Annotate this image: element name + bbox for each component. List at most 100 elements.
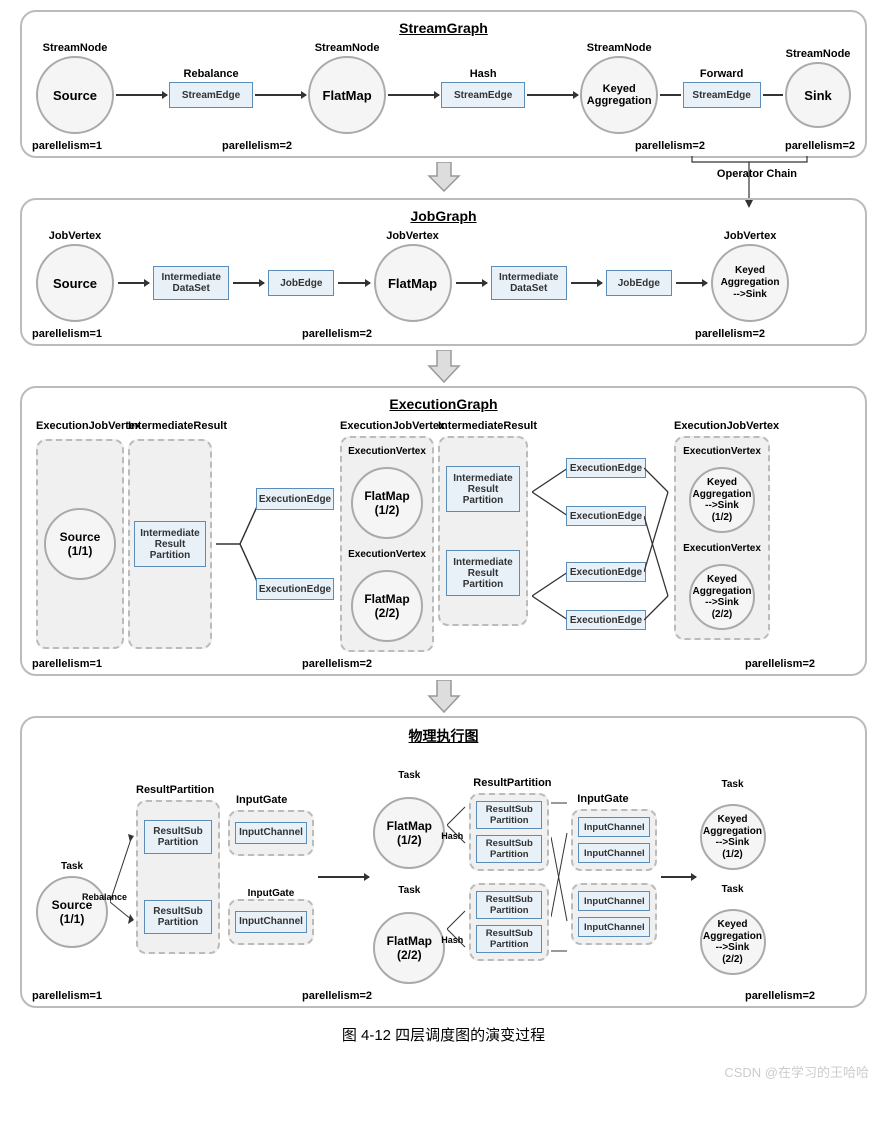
eg-ejv-label: ExecutionJobVertex bbox=[340, 420, 445, 432]
sg-conn bbox=[388, 94, 439, 96]
pg-p1: parellelism=1 bbox=[32, 990, 102, 1002]
sg-node-label: StreamNode bbox=[315, 42, 380, 54]
pg-rp-label: ResultPartition bbox=[473, 777, 551, 789]
jobgraph-panel: JobGraph JobVertex Source Intermediate D… bbox=[20, 198, 867, 346]
sg-hash-label: Hash bbox=[470, 68, 497, 80]
eg-ks1-node: Keyed Aggregation -->Sink (1/2) bbox=[689, 467, 755, 533]
eg-ee-box: ExecutionEdge bbox=[256, 578, 334, 600]
sg-node-label: StreamNode bbox=[587, 42, 652, 54]
jg-keyedsink-node: Keyed Aggregation -->Sink bbox=[711, 244, 789, 322]
eg-ejv-label: ExecutionJobVertex bbox=[674, 420, 779, 432]
pg-rp-label: ResultPartition bbox=[136, 784, 214, 796]
jg-jobedge-box: JobEdge bbox=[606, 270, 672, 296]
pg-rsp-group2: ResultSub Partition ResultSub Partition bbox=[469, 883, 549, 961]
streamgraph-panel: StreamGraph StreamNode Source Rebalance … bbox=[20, 10, 867, 158]
pg-task-label: Task bbox=[398, 885, 420, 896]
jg-conn bbox=[676, 282, 707, 284]
eg-source-node: Source (1/1) bbox=[44, 508, 116, 580]
pg-rsp-box: ResultSub Partition bbox=[476, 835, 542, 863]
down-arrow-2 bbox=[20, 350, 867, 384]
pg-ic-box: InputChannel bbox=[578, 891, 650, 911]
pg-ig-label: InputGate bbox=[577, 793, 628, 805]
jobgraph-title: JobGraph bbox=[32, 208, 855, 224]
pg-rsp-box: ResultSub Partition bbox=[144, 820, 212, 854]
sg-conn bbox=[527, 94, 578, 96]
watermark: CSDN @在学习的王哈哈 bbox=[724, 1062, 869, 1081]
pg-ig-group2: InputChannel InputChannel bbox=[571, 883, 657, 945]
eg-ee-box: ExecutionEdge bbox=[566, 610, 646, 630]
pg-ig-label2: InputGate bbox=[248, 888, 295, 899]
pg-task-label: Task bbox=[721, 779, 743, 790]
eg-ee-box: ExecutionEdge bbox=[566, 562, 646, 582]
pg-rsp-group2: ResultSub Partition ResultSub Partition bbox=[469, 793, 549, 871]
eg-ir-group: Intermediate Result Partition bbox=[128, 439, 212, 649]
pg-p2a: parellelism=2 bbox=[302, 990, 372, 1002]
sg-source-col: StreamNode Source bbox=[36, 56, 114, 134]
eg-ee-box: ExecutionEdge bbox=[256, 488, 334, 510]
pg-ig-group: InputChannel bbox=[228, 899, 314, 945]
eg-ir-group2: Intermediate Result Partition Intermedia… bbox=[438, 436, 528, 626]
eg-p2b: parellelism=2 bbox=[745, 658, 815, 670]
pg-ig-group2: InputChannel InputChannel bbox=[571, 809, 657, 871]
eg-flatmap-group: ExecutionVertex FlatMap (1/2) ExecutionV… bbox=[340, 436, 434, 652]
jg-ids-box: Intermediate DataSet bbox=[153, 266, 229, 300]
jg-conn bbox=[338, 282, 369, 284]
pg-task-label: Task bbox=[398, 770, 420, 781]
sg-sink-node: Sink bbox=[785, 62, 851, 128]
sg-node-label: StreamNode bbox=[786, 48, 851, 60]
jg-p1: parellelism=1 bbox=[32, 328, 102, 340]
sg-source-node: Source bbox=[36, 56, 114, 134]
sg-keyed-node: Keyed Aggregation bbox=[580, 56, 658, 134]
eg-ev-label: ExecutionVertex bbox=[348, 549, 426, 560]
pg-p2b: parellelism=2 bbox=[745, 990, 815, 1002]
pg-ic-box: InputChannel bbox=[578, 843, 650, 863]
pg-task-label: Task bbox=[61, 861, 83, 872]
jg-flatmap-node: FlatMap bbox=[374, 244, 452, 322]
jg-source-node: Source bbox=[36, 244, 114, 322]
pg-ks1-node: Keyed Aggregation -->Sink (1/2) bbox=[700, 804, 766, 870]
pg-fm2-node: FlatMap (2/2) bbox=[373, 912, 445, 984]
eg-ee-box: ExecutionEdge bbox=[566, 506, 646, 526]
pg-task-label: Task bbox=[721, 884, 743, 895]
pg-rsp-box: ResultSub Partition bbox=[476, 891, 542, 919]
pg-hash-label: Hash bbox=[441, 935, 463, 945]
pg-ig-label: InputGate bbox=[236, 794, 287, 806]
sg-edge-box: StreamEdge bbox=[683, 82, 761, 108]
sg-conn bbox=[660, 94, 680, 96]
pg-source-node: Source (1/1) bbox=[36, 876, 108, 948]
eg-fanin bbox=[644, 444, 674, 644]
sg-edge-box: StreamEdge bbox=[169, 82, 253, 108]
eg-irp-box: Intermediate Result Partition bbox=[446, 550, 520, 596]
eg-ejv-label: ExecutionJobVertex bbox=[36, 420, 141, 432]
pg-rsp-group: ResultSub Partition ResultSub Partition bbox=[136, 800, 220, 954]
eg-ir-label: IntermediateResult bbox=[128, 420, 227, 432]
eg-irp-box: Intermediate Result Partition bbox=[446, 466, 520, 512]
pg-srcfan bbox=[110, 802, 134, 952]
pg-ic-box: InputChannel bbox=[578, 817, 650, 837]
jg-vertex-label: JobVertex bbox=[386, 230, 439, 242]
pg-ig-group: InputChannel bbox=[228, 810, 314, 856]
down-arrow-3 bbox=[20, 680, 867, 714]
jg-conn bbox=[571, 282, 602, 284]
pg-hashfan bbox=[447, 777, 467, 977]
streamgraph-title: StreamGraph bbox=[32, 20, 855, 36]
sg-conn bbox=[255, 94, 306, 96]
pg-conn bbox=[661, 876, 695, 878]
eg-sink-group: ExecutionVertex Keyed Aggregation -->Sin… bbox=[674, 436, 770, 640]
jg-p2a: parellelism=2 bbox=[302, 328, 372, 340]
jg-conn bbox=[118, 282, 149, 284]
eg-irp-box: Intermediate Result Partition bbox=[134, 521, 206, 567]
pg-ic-box: InputChannel bbox=[235, 822, 307, 844]
eg-p2a: parellelism=2 bbox=[302, 658, 372, 670]
figure-caption: 图 4-12 四层调度图的演变过程 bbox=[20, 1024, 867, 1045]
eg-ee-box: ExecutionEdge bbox=[566, 458, 646, 478]
sg-p2c: parellelism=2 bbox=[785, 140, 855, 152]
sg-edge-box: StreamEdge bbox=[441, 82, 525, 108]
sg-flatmap-node: FlatMap bbox=[308, 56, 386, 134]
jg-p2b: parellelism=2 bbox=[695, 328, 765, 340]
eg-ev-label: ExecutionVertex bbox=[683, 543, 761, 554]
pg-rebalance-label: Rebalance bbox=[82, 892, 127, 902]
sg-rebalance-label: Rebalance bbox=[184, 68, 239, 80]
eg-source-group: Source (1/1) bbox=[36, 439, 124, 649]
pg-ic-box: InputChannel bbox=[235, 911, 307, 933]
